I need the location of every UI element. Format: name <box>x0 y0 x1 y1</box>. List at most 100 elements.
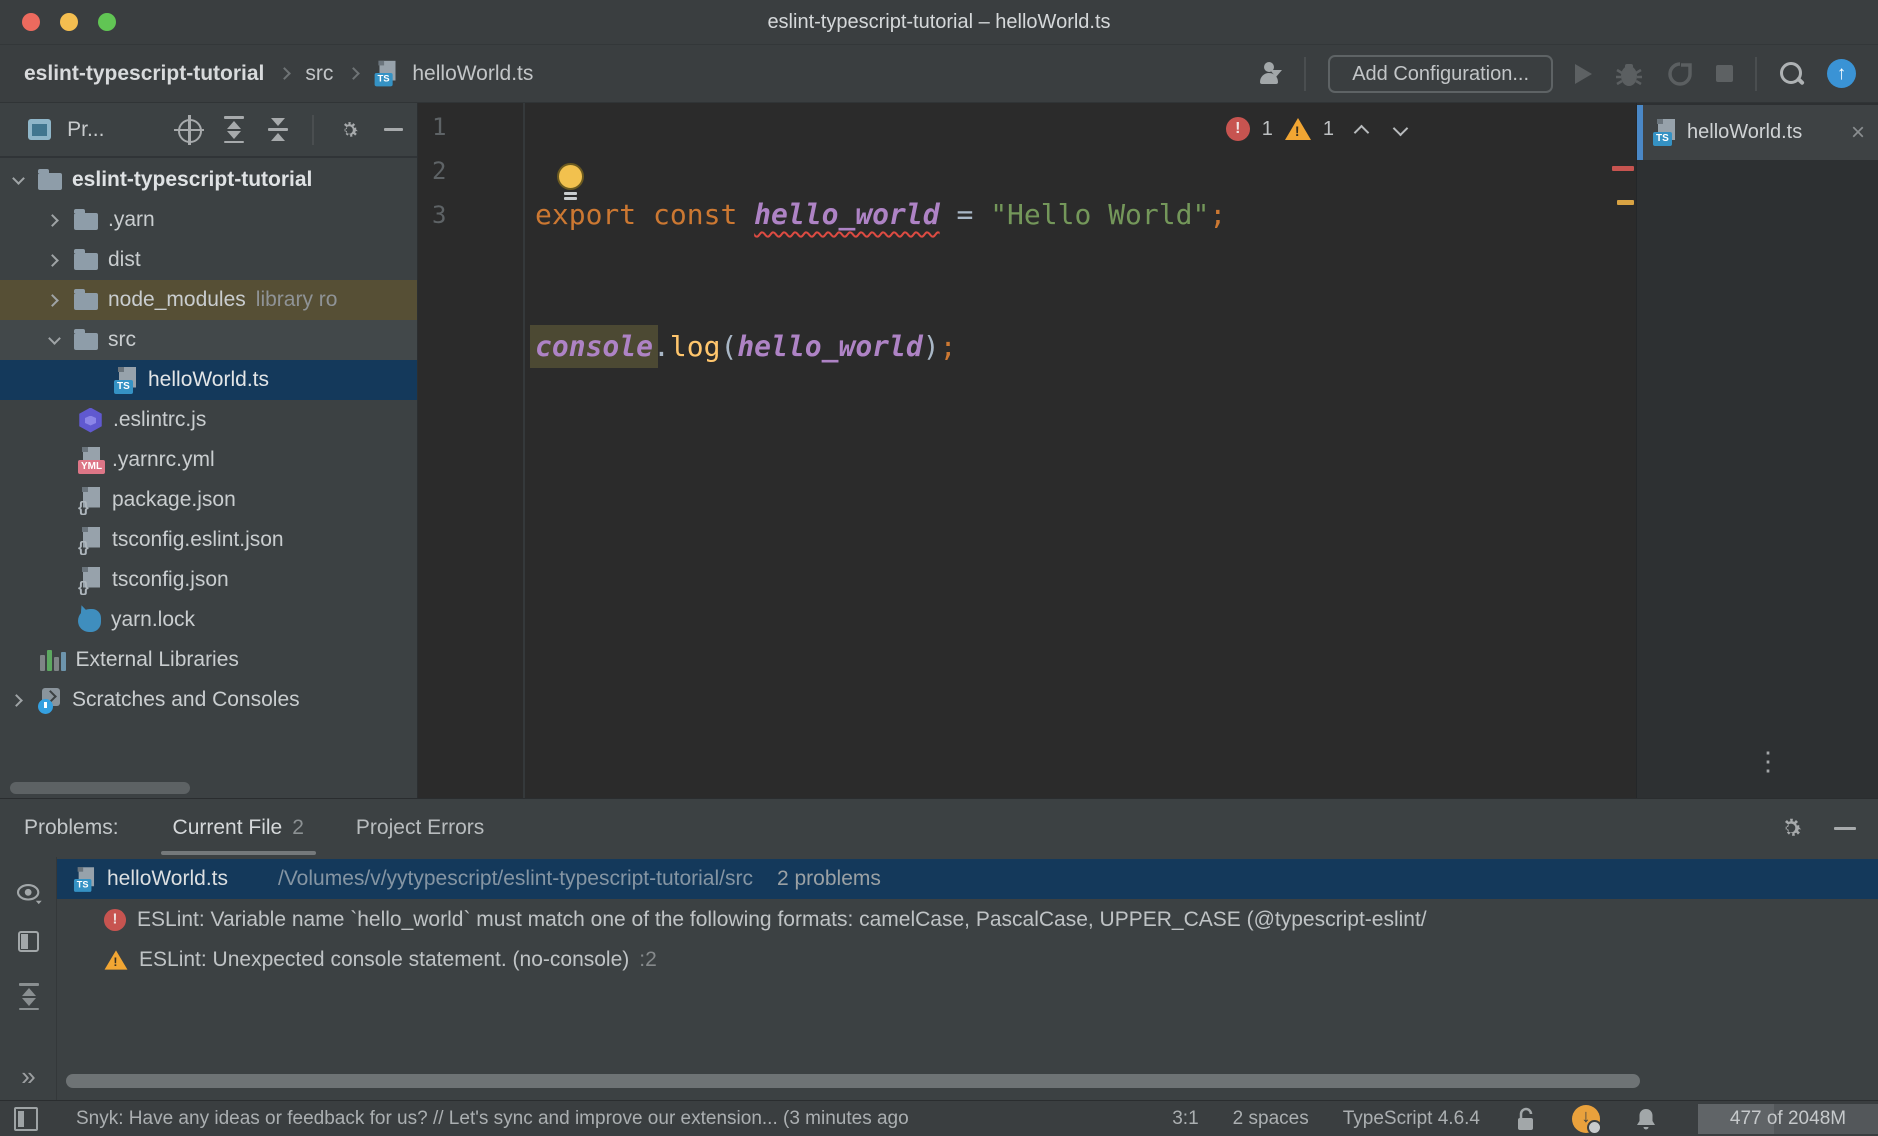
code-line-1[interactable]: export const hello_world = "Hello World"… <box>535 193 1636 237</box>
next-problem-icon[interactable] <box>1393 120 1409 136</box>
tree-item-yarn-lock[interactable]: yarn.lock <box>0 600 417 640</box>
problems-tool-window: Problems: Current File 2 Project Errors <box>0 798 1878 1100</box>
tree-item-helloworld-ts[interactable]: TS helloWorld.ts <box>0 360 417 400</box>
typescript-file-icon: TS <box>375 61 398 87</box>
tree-item-label: src <box>108 328 136 352</box>
code-line-2[interactable]: console.log(hello_world); <box>535 325 1636 369</box>
tool-window-switcher-icon[interactable] <box>14 1107 38 1131</box>
hide-panel-icon[interactable] <box>384 128 403 131</box>
inspection-widget[interactable]: 1 1 <box>1226 117 1406 141</box>
profiler-icon[interactable] <box>1666 60 1694 88</box>
tree-item-label: tsconfig.json <box>112 568 229 592</box>
add-configuration-button[interactable]: Add Configuration... <box>1328 55 1553 93</box>
error-stripe-mark[interactable] <box>1612 166 1634 171</box>
line-number[interactable]: 3 <box>418 193 523 237</box>
close-icon[interactable]: × <box>1851 119 1878 147</box>
status-message[interactable]: Snyk: Have any ideas or feedback for us?… <box>76 1108 909 1130</box>
double-chevron-icon: » <box>21 1061 35 1092</box>
expand-all-icon[interactable] <box>224 116 244 143</box>
tab-project-errors[interactable]: Project Errors <box>344 799 496 857</box>
breadcrumb-file[interactable]: helloWorld.ts <box>412 62 533 86</box>
tree-item-label: dist <box>108 248 141 272</box>
tree-item-label: yarn.lock <box>111 608 195 632</box>
collapse-all-icon[interactable] <box>268 118 288 141</box>
update-available-icon[interactable]: ↑ <box>1827 59 1856 88</box>
tree-item-yarnrc-yml[interactable]: YML .yarnrc.yml <box>0 440 417 480</box>
tree-item-src-folder[interactable]: src <box>0 320 417 360</box>
more-actions-button[interactable]: » <box>0 1061 57 1092</box>
editor[interactable]: 1 2 3 export const hello_world = "Hello … <box>418 103 1636 798</box>
memory-indicator[interactable]: 477 of 2048M <box>1698 1104 1878 1134</box>
error-count: 1 <box>1262 118 1273 141</box>
tree-item-label: node_modules <box>108 288 246 312</box>
previous-problem-icon[interactable] <box>1354 124 1370 140</box>
warning-icon <box>105 950 128 969</box>
problems-file-row[interactable]: TS helloWorld.ts /Volumes/v/yytypescript… <box>57 859 1878 899</box>
hello-world-identifier: hello_world <box>754 198 939 231</box>
tab-current-file[interactable]: Current File 2 <box>161 799 316 857</box>
titlebar[interactable]: eslint-typescript-tutorial – helloWorld.… <box>0 0 1878 45</box>
problem-row-error[interactable]: ESLint: Variable name `hello_world` must… <box>57 900 1878 940</box>
tree-item-scratches-and-consoles[interactable]: Scratches and Consoles <box>0 680 417 720</box>
gear-icon[interactable] <box>1778 815 1804 841</box>
open-preview-button[interactable] <box>0 931 57 952</box>
caret-position[interactable]: 3:1 <box>1172 1108 1198 1130</box>
code-line-3[interactable] <box>535 457 1636 501</box>
project-tree: eslint-typescript-tutorial .yarn dist no… <box>0 160 417 720</box>
chevron-right-icon <box>46 214 59 227</box>
tree-item-dist-folder[interactable]: dist <box>0 240 417 280</box>
tree-item-tsconfig-json[interactable]: {} tsconfig.json <box>0 560 417 600</box>
tree-item-yarn-folder[interactable]: .yarn <box>0 200 417 240</box>
intention-lightbulb-icon[interactable] <box>552 163 588 205</box>
header-divider <box>312 115 314 145</box>
problems-file-name: helloWorld.ts <box>107 867 228 891</box>
eye-icon <box>14 883 44 905</box>
tree-item-label: .yarnrc.yml <box>112 448 215 472</box>
view-options-button[interactable] <box>0 883 57 905</box>
typescript-version[interactable]: TypeScript 4.6.4 <box>1343 1108 1480 1130</box>
project-panel-title[interactable]: Pr... <box>67 118 104 142</box>
json-file-icon: {} <box>78 567 102 594</box>
warning-stripe-mark[interactable] <box>1617 200 1634 205</box>
indent-setting[interactable]: 2 spaces <box>1233 1108 1309 1130</box>
line-number[interactable]: 2 <box>418 149 523 193</box>
problem-row-warning[interactable]: ESLint: Unexpected console statement. (n… <box>57 940 1878 980</box>
tree-item-node-modules-folder[interactable]: node_modules library ro <box>0 280 417 320</box>
tree-item-package-json[interactable]: {} package.json <box>0 480 417 520</box>
expand-all-button[interactable] <box>0 983 57 1010</box>
more-options-icon[interactable]: ⋮ <box>1755 755 1781 767</box>
unlock-icon[interactable] <box>1514 1106 1538 1132</box>
error-icon <box>1226 117 1250 141</box>
problems-header: Problems: Current File 2 Project Errors <box>0 799 1878 857</box>
user-account-button[interactable] <box>1256 62 1282 86</box>
json-file-icon: {} <box>78 527 102 554</box>
run-icon[interactable] <box>1575 64 1592 84</box>
tree-item-label: Scratches and Consoles <box>72 688 300 712</box>
tree-item-project-root[interactable]: eslint-typescript-tutorial <box>0 160 417 200</box>
tree-item-label: eslint-typescript-tutorial <box>72 168 312 192</box>
tab-helloworld-ts[interactable]: TS helloWorld.ts × <box>1637 105 1878 160</box>
line-number[interactable]: 1 <box>418 105 523 149</box>
problem-message: ESLint: Unexpected console statement. (n… <box>139 948 629 972</box>
tree-item-tsconfig-eslint-json[interactable]: {} tsconfig.eslint.json <box>0 520 417 560</box>
hide-panel-icon[interactable] <box>1834 827 1856 830</box>
problems-horizontal-scrollbar[interactable] <box>66 1074 1640 1088</box>
stop-icon[interactable] <box>1716 65 1733 82</box>
chevron-down-icon <box>12 172 25 185</box>
debug-icon[interactable] <box>1614 60 1644 88</box>
problem-message: ESLint: Variable name `hello_world` must… <box>137 908 1427 932</box>
breadcrumb-project[interactable]: eslint-typescript-tutorial <box>24 62 264 86</box>
breadcrumb-folder[interactable]: src <box>305 62 333 86</box>
select-opened-file-icon[interactable] <box>174 115 200 145</box>
console-identifier: console <box>535 330 653 363</box>
snyk-status-icon[interactable] <box>1572 1105 1600 1133</box>
code-area[interactable]: export const hello_world = "Hello World"… <box>535 105 1636 589</box>
tree-item-external-libraries[interactable]: External Libraries <box>0 640 417 680</box>
bell-icon[interactable] <box>1634 1106 1658 1132</box>
search-icon[interactable] <box>1779 61 1805 87</box>
project-view-icon[interactable] <box>28 119 51 140</box>
gear-icon[interactable] <box>338 117 360 143</box>
project-horizontal-scrollbar[interactable] <box>10 782 190 794</box>
tree-item-eslintrc-js[interactable]: .eslintrc.js <box>0 400 417 440</box>
editor-gutter[interactable]: 1 2 3 <box>418 103 525 798</box>
